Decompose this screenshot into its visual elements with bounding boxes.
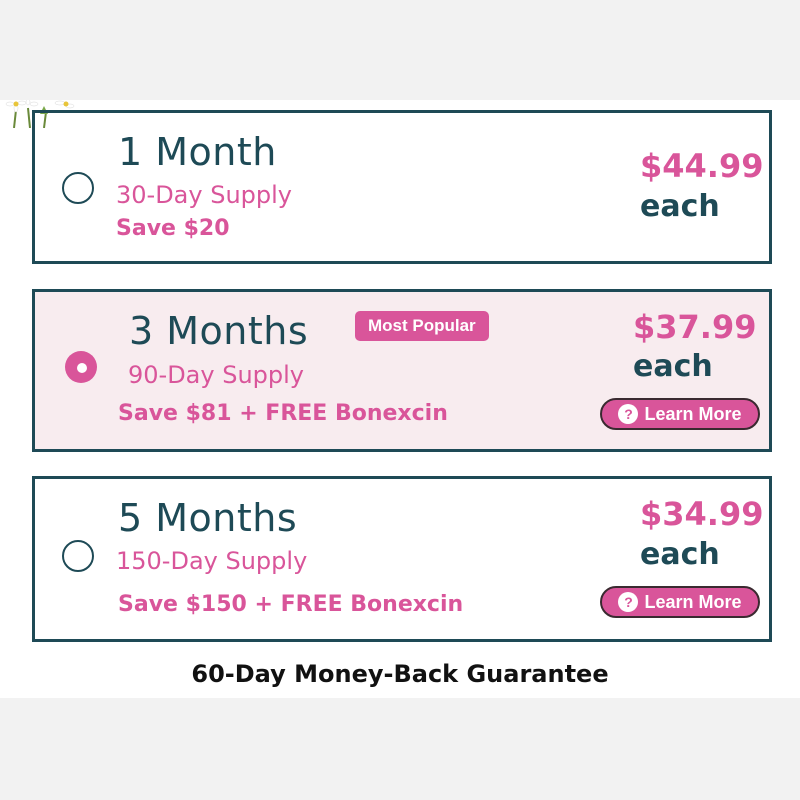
plan-option-1-month[interactable]: 1 Month 30-Day Supply Save $20 $44.99 ea… [32, 110, 772, 264]
learn-more-label: Learn More [644, 591, 742, 612]
learn-more-button[interactable]: ? Learn More [600, 586, 760, 618]
plan-title: 5 Months [118, 496, 298, 540]
plan-price-unit: each [640, 537, 720, 572]
plan-radio-5-months[interactable] [62, 540, 94, 572]
most-popular-badge: Most Popular [355, 311, 489, 341]
money-back-guarantee: 60-Day Money-Back Guarantee [191, 660, 609, 688]
plan-option-3-months[interactable]: 3 Months Most Popular 90-Day Supply Save… [32, 289, 772, 452]
plan-supply: 150-Day Supply [116, 547, 308, 575]
plan-title: 1 Month [118, 130, 277, 174]
plan-savings: Save $81 + FREE Bonexcin [118, 401, 448, 426]
plan-price: $34.99 [640, 495, 764, 533]
plan-option-5-months[interactable]: 5 Months 150-Day Supply Save $150 + FREE… [32, 476, 772, 642]
learn-more-label: Learn More [644, 403, 742, 424]
question-circle-icon: ? [618, 404, 639, 424]
plan-title: 3 Months [129, 309, 309, 353]
plan-price-unit: each [640, 189, 720, 224]
plan-price-unit: each [633, 349, 713, 384]
plan-supply: 30-Day Supply [116, 181, 293, 209]
question-circle-icon: ? [618, 592, 639, 612]
plan-radio-3-months[interactable] [65, 351, 97, 383]
learn-more-button[interactable]: ? Learn More [600, 398, 760, 430]
plan-radio-1-month[interactable] [62, 172, 94, 204]
plan-price: $44.99 [640, 147, 764, 185]
plan-price: $37.99 [633, 308, 757, 346]
plan-savings: Save $20 [116, 216, 230, 241]
plan-supply: 90-Day Supply [128, 361, 305, 389]
plan-savings: Save $150 + FREE Bonexcin [118, 592, 464, 617]
